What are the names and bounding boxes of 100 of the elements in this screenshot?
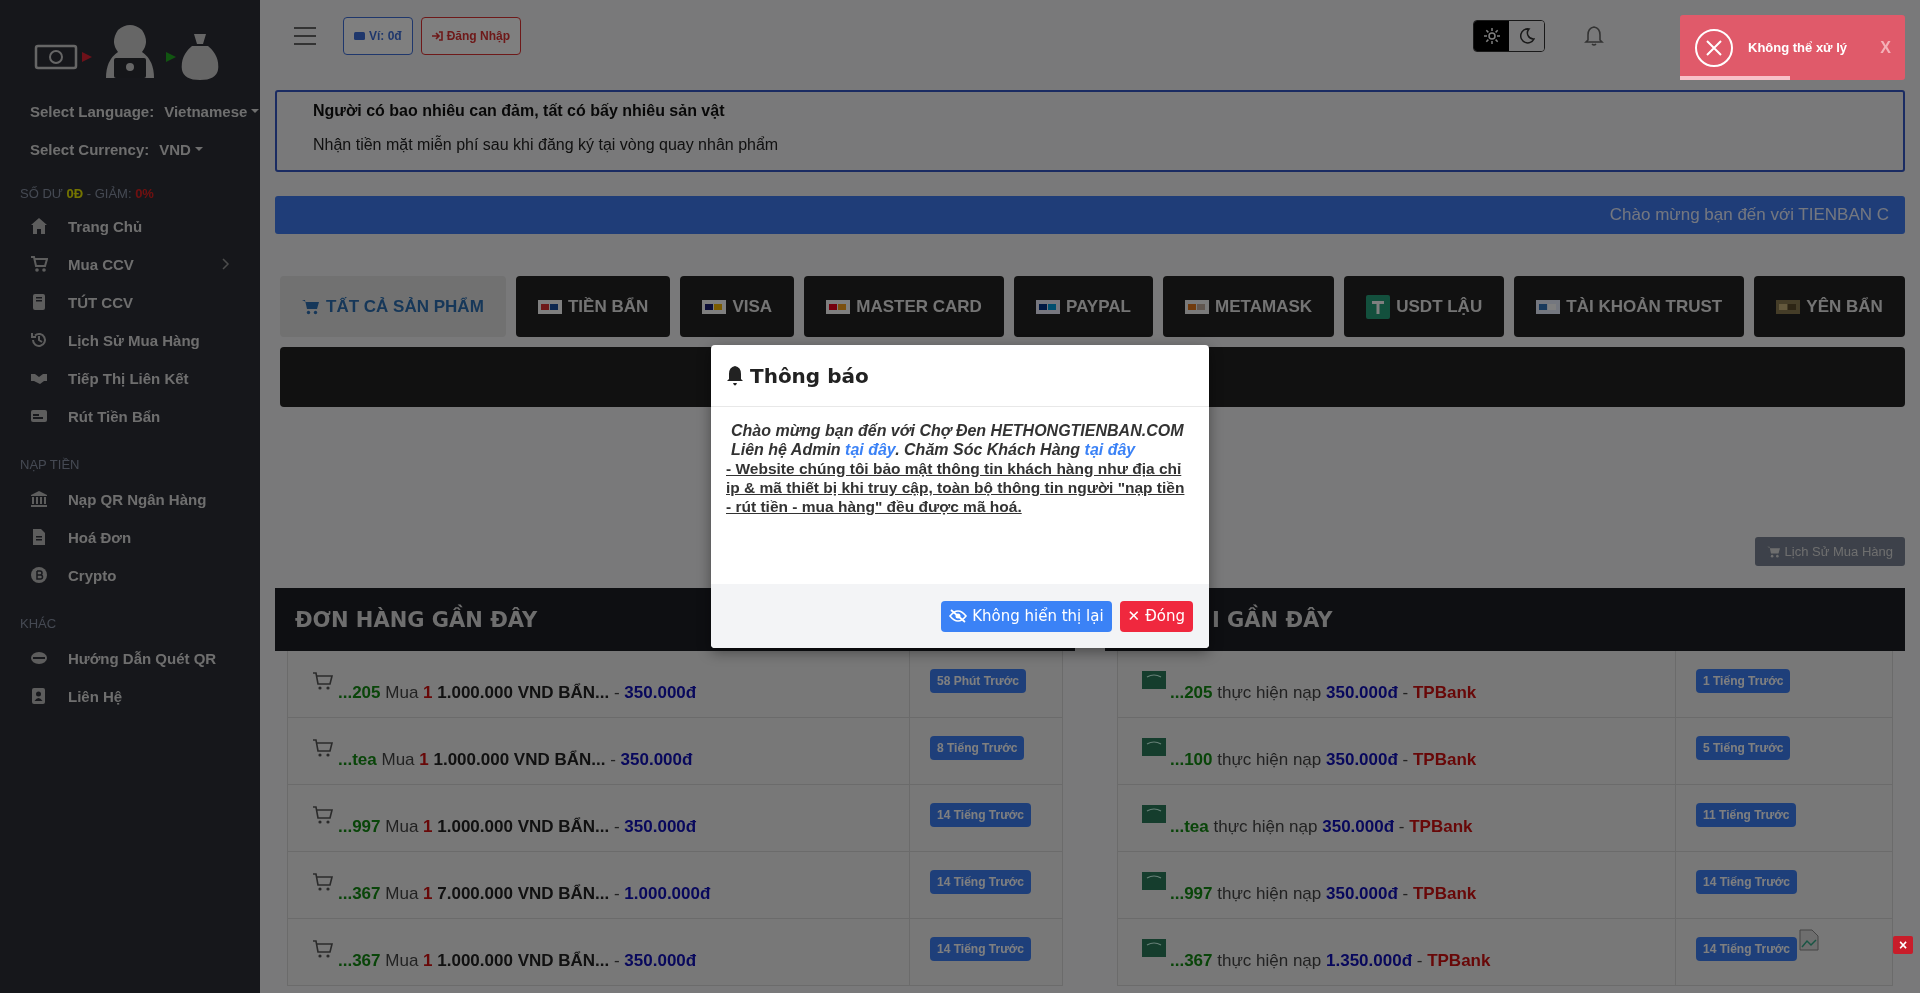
broken-image-icon (1799, 929, 1820, 951)
cart-icon (312, 939, 334, 959)
close-button[interactable]: ✕ Đóng (1119, 600, 1193, 632)
sidebar-item[interactable]: Crypto (0, 556, 260, 594)
welcome-text: Chào mừng bạn đến với Chợ Đen HETHONGTIENBAN.COM Liên hệ Admin tại đây. Chăm Sóc Khách Hàng tại đây (730, 421, 1185, 459)
deposit-text: ...tea thực hiện nạp 350.000đ - TPBank (1170, 817, 1473, 837)
sidebar-item[interactable]: Mua CCV (0, 245, 260, 283)
error-icon (1694, 27, 1734, 68)
wallet-button[interactable]: Ví: 0đ (343, 17, 413, 55)
bank-card-icon (1142, 805, 1166, 823)
login-icon (431, 31, 443, 41)
book-icon (30, 293, 48, 311)
card-icon (30, 407, 48, 425)
time-badge: 14 Tiếng Trước (930, 870, 1032, 894)
logo-icon (1185, 299, 1210, 314)
category-tab[interactable]: TÀI KHOẢN TRUST (1514, 276, 1745, 337)
invoice-icon (30, 528, 48, 546)
caret-icon (194, 147, 203, 151)
sidebar-item[interactable]: Liên Hệ (0, 677, 260, 715)
toast-message: Không thể xử lý (1748, 40, 1848, 55)
time-badge: 14 Tiếng Trước (1696, 937, 1798, 961)
admin-link[interactable]: tại đây (845, 441, 896, 458)
currency-dropdown[interactable]: VND (159, 140, 203, 158)
time-badge: 14 Tiếng Trước (930, 803, 1032, 827)
cart-icon (312, 872, 334, 892)
sidebar-item[interactable]: Hoá Đơn (0, 518, 260, 556)
deposit-text: ...997 thực hiện nạp 350.000đ - TPBank (1170, 884, 1477, 904)
order-text: ...367 Mua 1 1.000.000 VND BẨN... - 350.000đ (338, 951, 697, 971)
bank-card-icon (1142, 939, 1166, 957)
logo-icon (537, 299, 562, 314)
logo-icon (1776, 299, 1801, 314)
hide-again-button[interactable]: Không hiển thị lại (941, 600, 1112, 632)
order-text: ...997 Mua 1 1.000.000 VND BẨN... - 350.000đ (338, 817, 697, 837)
close-button[interactable]: X (1880, 38, 1891, 57)
bell-icon (726, 365, 744, 386)
category-tab[interactable]: PAYPAL (1014, 276, 1154, 337)
sidebar-item[interactable]: Hướng Dẫn Quét QR (0, 639, 260, 677)
sun-button[interactable] (1474, 21, 1509, 51)
bitcoin-icon (30, 566, 48, 584)
marquee-text: Chào mừng bạn đến với TIENBAN C (1609, 205, 1889, 225)
time-badge: 11 Tiếng Trước (1696, 803, 1797, 827)
bank-card-icon (1142, 671, 1166, 689)
coin-icon (1366, 294, 1391, 319)
order-text: ...tea Mua 1 1.000.000 VND BẨN... - 350.000đ (338, 750, 693, 770)
deposit-text: ...205 thực hiện nạp 350.000đ - TPBank (1170, 683, 1477, 703)
section-heading: NẠP TIỀN (19, 456, 81, 474)
bank-card-icon (1142, 738, 1166, 756)
sidebar-item[interactable]: Rút Tiền Bẩn (0, 397, 260, 435)
history-icon (30, 331, 48, 349)
caret-icon (251, 109, 260, 113)
logo-icon (1036, 299, 1061, 314)
bell-icon[interactable] (1583, 25, 1605, 47)
contact-icon (30, 687, 48, 705)
privacy-text: - Website chúng tôi bảo mật thông tin khách hàng như địa chỉ ip & mã thiết bị khi truy cập, toàn bộ thông tin người "nạp tiền - rút tiền - mua hàng" đều được mã hoá. (726, 459, 1186, 516)
sun-icon (1483, 28, 1500, 44)
wallet-icon (354, 31, 365, 41)
cart-icon (312, 805, 334, 825)
eye-slash-icon (949, 609, 968, 623)
time-badge: 14 Tiếng Trước (930, 937, 1032, 961)
time-badge: 1 Tiếng Trước (1696, 669, 1791, 693)
category-tab[interactable]: USDT LẬU (1344, 276, 1505, 337)
sidebar-item[interactable]: TÚT CCV (0, 283, 260, 321)
cart-icon (302, 298, 321, 315)
category-tab[interactable]: YÊN BẨN (1754, 276, 1905, 337)
category-tab[interactable]: MASTER CARD (804, 276, 1004, 337)
time-badge: 58 Phút Trước (930, 669, 1026, 693)
menu-icon[interactable] (293, 26, 317, 46)
support-link[interactable]: tại đây (1084, 441, 1136, 458)
sidebar-item[interactable]: Trang Chủ (0, 207, 260, 245)
section-heading: KHÁC (19, 615, 58, 633)
dialog-title: Thông báo (750, 363, 869, 388)
logo-icon (826, 299, 851, 314)
time-badge: 14 Tiếng Trước (1696, 870, 1798, 894)
deposit-text: ...367 thực hiện nạp 1.350.000đ - TPBank (1170, 951, 1491, 971)
cart-icon (1766, 545, 1781, 558)
language-dropdown[interactable]: Vietnamese (164, 102, 260, 120)
cart-icon (30, 255, 48, 273)
bank-card-icon (1142, 872, 1166, 890)
time-badge: 8 Tiếng Trước (930, 736, 1025, 760)
order-text: ...205 Mua 1 1.000.000 VND BẨN... - 350.000đ (338, 683, 697, 703)
category-tab[interactable]: TẤT CẢ SẢN PHẨM (280, 276, 506, 337)
moon-icon (1518, 28, 1535, 44)
home-icon (30, 217, 48, 235)
login-button[interactable]: Đăng Nhập (420, 17, 521, 55)
sidebar-item[interactable]: Tiếp Thị Liên Kết (0, 359, 260, 397)
time-badge: 5 Tiếng Trước (1696, 736, 1791, 760)
logo-icon (702, 299, 727, 314)
close-button[interactable]: × (1893, 936, 1913, 954)
category-tab[interactable]: VISA (680, 276, 795, 337)
order-text: ...367 Mua 1 7.000.000 VND BẨN... - 1.000.000đ (338, 884, 711, 904)
cart-icon (312, 738, 334, 758)
language-label: Select Language: (30, 102, 155, 120)
category-tab[interactable]: METAMASK (1163, 276, 1335, 337)
category-tab[interactable]: TIỀN BẨN (515, 276, 671, 337)
logo-icon (1536, 299, 1561, 314)
bank-icon (30, 490, 48, 508)
currency-label: Select Currency: (30, 140, 150, 158)
sidebar-item[interactable]: Nạp QR Ngân Hàng (0, 480, 260, 518)
cart-icon (312, 671, 334, 691)
sidebar-item[interactable]: Lịch Sử Mua Hàng (0, 321, 260, 359)
